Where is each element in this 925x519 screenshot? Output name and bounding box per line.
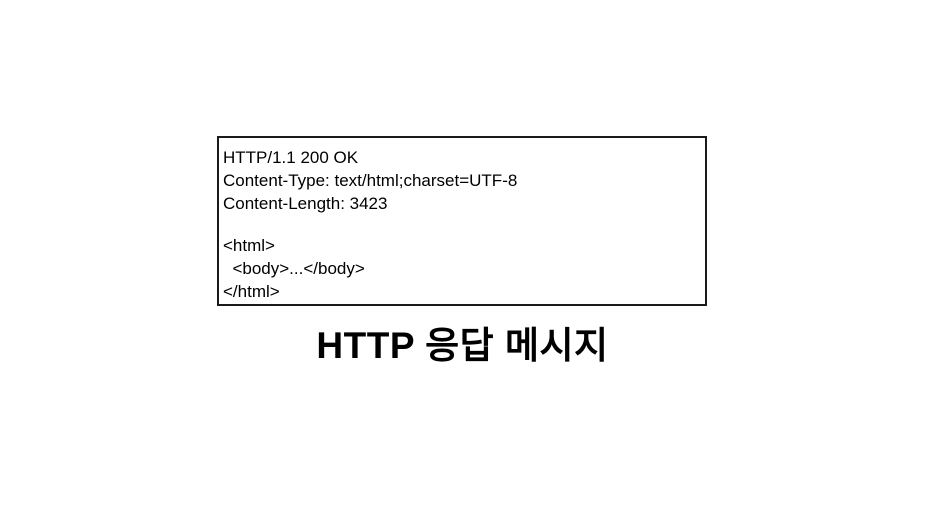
diagram-caption: HTTP 응답 메시지 (316, 325, 609, 366)
body-line-body: <body>...</body> (223, 259, 365, 278)
status-line: HTTP/1.1 200 OK (223, 148, 359, 167)
body-line-html-open: <html> (223, 236, 275, 255)
header-content-length: Content-Length: 3423 (223, 194, 388, 213)
http-response-message-box: HTTP/1.1 200 OK Content-Type: text/html;… (217, 136, 707, 306)
body-line-html-close: </html> (223, 282, 280, 301)
header-content-type: Content-Type: text/html;charset=UTF-8 (223, 171, 518, 190)
